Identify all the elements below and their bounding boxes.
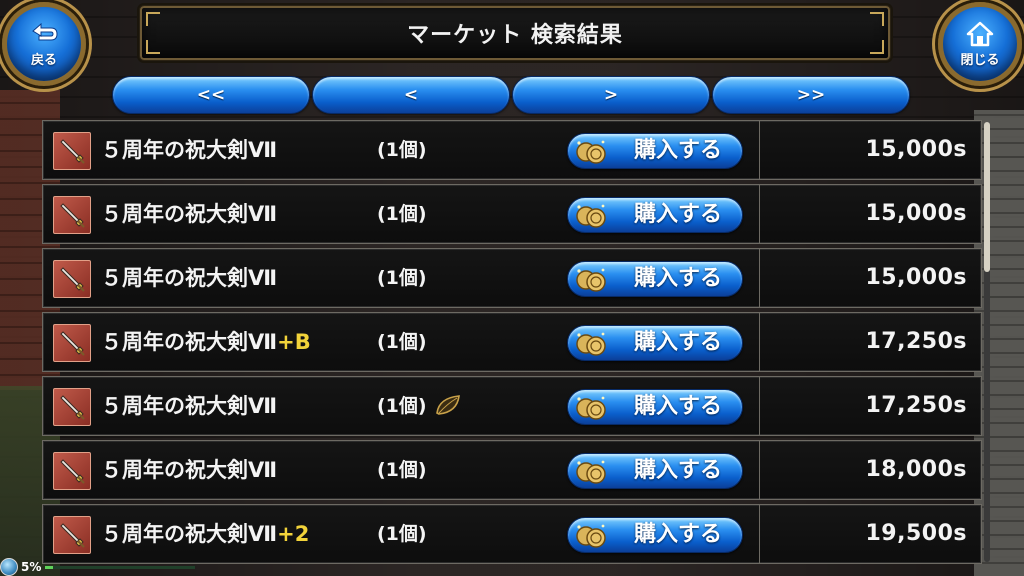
listing-row: ５周年の祝大剣Ⅶ (1個) 購入する 15,000s	[42, 120, 982, 180]
item-quantity: (1個)	[377, 395, 427, 417]
buy-button-label: 購入する	[633, 458, 722, 483]
item-quantity: (1個)	[377, 203, 427, 225]
greatsword-icon[interactable]	[53, 196, 91, 234]
item-name-base: ５周年の祝大剣Ⅶ	[101, 458, 278, 482]
item-name: ５周年の祝大剣Ⅶ+B	[101, 313, 311, 371]
last-page-button[interactable]: >>	[712, 76, 910, 114]
frame-corner-ornament	[870, 40, 884, 54]
buy-button[interactable]: 購入する	[567, 325, 743, 361]
item-price: 15,000s	[865, 201, 967, 226]
buy-button-label: 購入する	[633, 330, 722, 355]
next-page-button[interactable]: >	[512, 76, 710, 114]
listing-row: ５周年の祝大剣Ⅶ (1個) 購入する 18,000s	[42, 440, 982, 500]
item-price: 15,000s	[865, 265, 967, 290]
close-button[interactable]: 閉じる	[938, 2, 1022, 86]
greatsword-icon[interactable]	[53, 388, 91, 426]
greatsword-icon[interactable]	[53, 260, 91, 298]
coins-icon	[574, 138, 608, 166]
item-name: ５周年の祝大剣Ⅶ	[101, 249, 277, 307]
buy-button[interactable]: 購入する	[567, 453, 743, 489]
page-title: マーケット 検索結果	[407, 23, 623, 48]
status-progress-fill	[45, 565, 53, 569]
item-name: ５周年の祝大剣Ⅶ	[101, 185, 277, 243]
back-arrow-icon	[27, 21, 61, 47]
search-results-list: ５周年の祝大剣Ⅶ (1個) 購入する 15,000s ５周年の祝大剣Ⅶ (1個) 購入する 1…	[42, 120, 982, 576]
pagination-bar: << < > >>	[112, 76, 912, 114]
listing-row: ５周年の祝大剣Ⅶ+B (1個) 購入する 17,250s	[42, 312, 982, 372]
buy-button[interactable]: 購入する	[567, 517, 743, 553]
coins-icon	[574, 266, 608, 294]
scrollbar-thumb[interactable]	[984, 122, 990, 272]
status-orb-icon	[0, 558, 18, 576]
item-quantity: (1個)	[377, 331, 427, 353]
coins-icon	[574, 202, 608, 230]
column-divider	[759, 121, 760, 179]
item-name-base: ５周年の祝大剣Ⅶ	[101, 330, 278, 354]
item-name-suffix: +B	[277, 330, 311, 354]
item-name-base: ５周年の祝大剣Ⅶ	[101, 266, 278, 290]
coins-icon	[574, 330, 608, 358]
item-name: ５周年の祝大剣Ⅶ	[101, 121, 277, 179]
close-button-label: 閉じる	[960, 52, 1000, 68]
listing-row: ５周年の祝大剣Ⅶ+2 (1個) 購入する 19,500s	[42, 504, 982, 564]
item-price: 15,000s	[865, 137, 967, 162]
item-name: ５周年の祝大剣Ⅶ	[101, 377, 277, 435]
item-quantity: (1個)	[377, 459, 427, 481]
buy-button-label: 購入する	[633, 202, 722, 227]
coins-icon	[574, 394, 608, 422]
item-name-base: ５周年の祝大剣Ⅶ	[101, 138, 278, 162]
item-quantity: (1個)	[377, 523, 427, 545]
column-divider	[759, 185, 760, 243]
item-price: 19,500s	[865, 521, 967, 546]
list-scrollbar[interactable]	[984, 122, 990, 562]
home-icon	[963, 21, 997, 47]
listing-row: ５周年の祝大剣Ⅶ (1個) 購入する 15,000s	[42, 184, 982, 244]
status-progress-bar	[45, 565, 196, 569]
item-name-suffix: +2	[277, 522, 310, 546]
buy-button-label: 購入する	[633, 138, 722, 163]
first-page-button[interactable]: <<	[112, 76, 310, 114]
status-percent: 5%	[21, 560, 42, 574]
back-button[interactable]: 戻る	[2, 2, 86, 86]
item-price: 17,250s	[865, 393, 967, 418]
previous-page-button[interactable]: <	[312, 76, 510, 114]
frame-corner-ornament	[146, 12, 160, 26]
coins-icon	[574, 458, 608, 486]
item-name-base: ５周年の祝大剣Ⅶ	[101, 202, 278, 226]
buy-button-label: 購入する	[633, 522, 722, 547]
buy-button[interactable]: 購入する	[567, 197, 743, 233]
column-divider	[759, 313, 760, 371]
greatsword-icon[interactable]	[53, 452, 91, 490]
column-divider	[759, 377, 760, 435]
loading-status: 5%	[0, 558, 200, 576]
column-divider	[759, 441, 760, 499]
greatsword-icon[interactable]	[53, 516, 91, 554]
column-divider	[759, 249, 760, 307]
buy-button-label: 購入する	[633, 394, 722, 419]
coins-icon	[574, 522, 608, 550]
buy-button[interactable]: 購入する	[567, 389, 743, 425]
back-button-label: 戻る	[30, 52, 57, 68]
frame-corner-ornament	[146, 40, 160, 54]
greatsword-icon[interactable]	[53, 324, 91, 362]
item-name: ５周年の祝大剣Ⅶ	[101, 441, 277, 499]
greatsword-icon[interactable]	[53, 132, 91, 170]
column-divider	[759, 505, 760, 563]
buy-button-label: 購入する	[633, 266, 722, 291]
listing-row: ５周年の祝大剣Ⅶ (1個) 購入する 17,250s	[42, 376, 982, 436]
item-name-base: ５周年の祝大剣Ⅶ	[101, 394, 278, 418]
item-quantity: (1個)	[377, 139, 427, 161]
title-bar: マーケット 検索結果	[139, 5, 891, 61]
buy-button[interactable]: 購入する	[567, 261, 743, 297]
item-quantity: (1個)	[377, 267, 427, 289]
buy-button[interactable]: 購入する	[567, 133, 743, 169]
item-price: 18,000s	[865, 457, 967, 482]
listing-row: ５周年の祝大剣Ⅶ (1個) 購入する 15,000s	[42, 248, 982, 308]
leaf-icon	[435, 394, 461, 416]
frame-corner-ornament	[870, 12, 884, 26]
item-name: ５周年の祝大剣Ⅶ+2	[101, 505, 309, 563]
item-name-base: ５周年の祝大剣Ⅶ	[101, 522, 278, 546]
item-price: 17,250s	[865, 329, 967, 354]
